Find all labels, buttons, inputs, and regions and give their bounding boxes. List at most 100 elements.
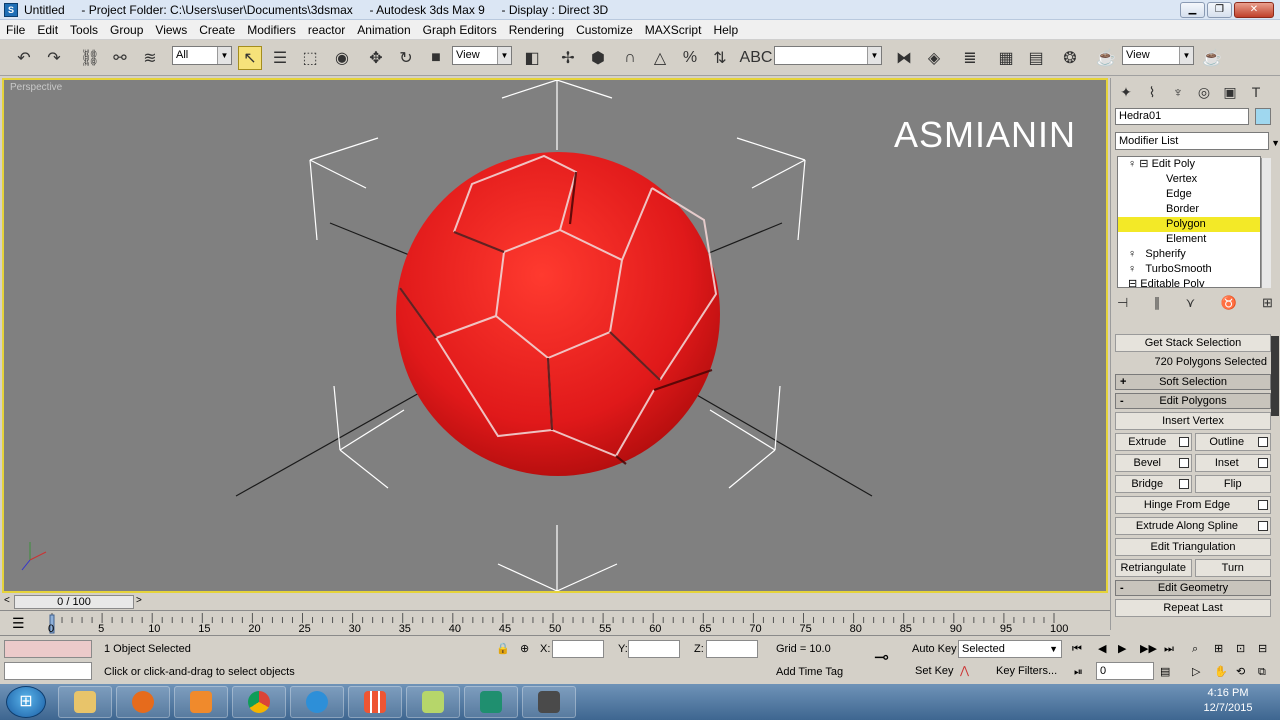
select-and-move-icon[interactable]: ✥ <box>364 46 388 70</box>
key-filter-icon[interactable]: ⋀ <box>960 662 969 680</box>
slider-right-arrow-icon[interactable]: > <box>136 595 142 606</box>
schematic-view-icon[interactable]: ▤ <box>1024 46 1048 70</box>
3dsmax-app-icon[interactable]: S <box>4 2 18 17</box>
mini-curve-editor-icon[interactable]: ☰ <box>12 615 25 632</box>
chrome-taskbar-icon[interactable] <box>232 686 286 718</box>
layer-manager-icon[interactable]: ≣ <box>958 46 982 70</box>
lock-selection-icon[interactable]: 🔒 <box>496 640 510 658</box>
rectangular-region-icon[interactable]: ⬚ <box>298 46 322 70</box>
selection-filter-dropdown[interactable]: All ▼ <box>172 46 232 65</box>
select-manipulate-icon[interactable]: ✢ <box>556 46 580 70</box>
turn-button[interactable]: Turn <box>1194 559 1271 577</box>
start-button[interactable]: ⊞ <box>6 686 46 718</box>
key-mode-dropdown[interactable]: Selected ▼ <box>958 640 1062 658</box>
motion-tab-icon[interactable]: ◎ <box>1193 81 1215 103</box>
maximize-button[interactable]: ❐ <box>1207 2 1232 18</box>
absolute-mode-icon[interactable]: ⊕ <box>520 640 529 658</box>
stack-item-edit-poly[interactable]: ♀ ⊟ Edit Poly <box>1118 157 1260 172</box>
menu-animation[interactable]: Animation <box>357 23 410 37</box>
edit-geometry-rollout[interactable]: - Edit Geometry <box>1115 580 1271 596</box>
utilities-tab-icon[interactable]: T <box>1245 81 1267 103</box>
percent-snap-icon[interactable]: % <box>678 46 702 70</box>
apps-grid-taskbar-icon[interactable] <box>348 686 402 718</box>
edit-polygons-rollout[interactable]: - Edit Polygons <box>1115 393 1271 409</box>
go-to-end-icon[interactable]: ⏭ <box>1164 640 1174 658</box>
select-by-name-icon[interactable]: ☰ <box>268 46 292 70</box>
minimize-button[interactable]: ▁ <box>1180 2 1205 18</box>
notes-taskbar-icon[interactable] <box>406 686 460 718</box>
render-viewport-dropdown[interactable]: View ▼ <box>1122 46 1194 65</box>
menu-create[interactable]: Create <box>199 23 235 37</box>
menu-customize[interactable]: Customize <box>576 23 633 37</box>
unlink-icon[interactable]: ⚯ <box>108 46 132 70</box>
pivot-center-icon[interactable]: ◧ <box>520 46 544 70</box>
show-end-result-icon[interactable]: ∥ <box>1154 295 1161 311</box>
pan-view-icon[interactable]: ✋ <box>1214 663 1228 681</box>
angle-snap-icon[interactable]: △ <box>648 46 672 70</box>
explorer-taskbar-icon[interactable] <box>58 686 112 718</box>
reference-coordinate-dropdown[interactable]: View ▼ <box>452 46 512 65</box>
x-coord-field[interactable] <box>552 640 604 658</box>
time-slider-thumb[interactable]: 0 / 100 <box>14 595 134 609</box>
arc-rotate-icon[interactable]: ⟲ <box>1236 663 1245 681</box>
perspective-viewport[interactable]: Perspective ASMIANIN <box>2 78 1108 593</box>
menu-maxscript[interactable]: MAXScript <box>645 23 702 37</box>
system-clock[interactable]: 4:16 PM 12/7/2015 <box>1198 686 1258 716</box>
auto-key-button[interactable]: Auto Key <box>912 640 957 658</box>
menu-edit[interactable]: Edit <box>37 23 58 37</box>
stack-item-vertex[interactable]: Vertex <box>1118 172 1260 187</box>
bevel-button[interactable]: Bevel <box>1115 454 1192 472</box>
soft-selection-rollout[interactable]: + Soft Selection <box>1115 374 1271 390</box>
media-player-taskbar-icon[interactable] <box>174 686 228 718</box>
y-coord-field[interactable] <box>628 640 680 658</box>
time-config-icon[interactable]: ▤ <box>1160 663 1170 681</box>
snaps-toggle-icon[interactable]: ∩ <box>618 46 642 70</box>
bridge-button[interactable]: Bridge <box>1115 475 1192 493</box>
align-icon[interactable]: ◈ <box>922 46 946 70</box>
select-and-link-icon[interactable]: ⛓ <box>78 46 102 70</box>
stack-item-element[interactable]: Element <box>1118 232 1260 247</box>
menu-tools[interactable]: Tools <box>70 23 98 37</box>
3dsmax-taskbar-icon[interactable] <box>464 686 518 718</box>
edit-triangulation-button[interactable]: Edit Triangulation <box>1115 538 1271 556</box>
zoom-extents-icon[interactable]: ⊡ <box>1236 640 1245 658</box>
recorder-taskbar-icon[interactable] <box>522 686 576 718</box>
extrude-along-spline-button[interactable]: Extrude Along Spline <box>1115 517 1271 535</box>
modify-tab-icon[interactable]: ⌇ <box>1141 81 1163 103</box>
redo-icon[interactable]: ↷ <box>42 46 66 70</box>
go-to-start-icon[interactable]: ⏮ <box>1072 640 1082 658</box>
stack-item-edge[interactable]: Edge <box>1118 187 1260 202</box>
select-and-scale-icon[interactable]: ■ <box>424 46 448 70</box>
modifier-stack-scrollbar[interactable] <box>1261 158 1271 288</box>
menu-help[interactable]: Help <box>713 23 738 37</box>
maxscript-input[interactable] <box>4 662 92 680</box>
outline-button[interactable]: Outline <box>1194 433 1271 451</box>
add-time-tag[interactable]: Add Time Tag <box>776 663 843 681</box>
render-scene-icon[interactable]: ☕ <box>1094 46 1118 70</box>
stack-item-border[interactable]: Border <box>1118 202 1260 217</box>
menu-group[interactable]: Group <box>110 23 143 37</box>
menu-rendering[interactable]: Rendering <box>509 23 564 37</box>
menu-views[interactable]: Views <box>155 23 187 37</box>
set-key-mode-icon[interactable]: ⊸ <box>874 648 889 666</box>
object-name-field[interactable]: Hedra01 <box>1115 108 1249 125</box>
stack-item-editable-poly[interactable]: ⊟ Editable Poly <box>1118 277 1260 287</box>
key-filters-button[interactable]: Key Filters... <box>996 662 1057 680</box>
spinner-snap-icon[interactable]: ⇅ <box>708 46 732 70</box>
key-mode-toggle-icon[interactable]: ⏯ <box>1074 663 1083 681</box>
field-of-view-icon[interactable]: ▷ <box>1192 663 1200 681</box>
maximize-viewport-icon[interactable]: ⧉ <box>1258 663 1266 681</box>
set-key-button[interactable]: Set Key <box>915 662 954 680</box>
menu-modifiers[interactable]: Modifiers <box>247 23 296 37</box>
mirror-icon[interactable]: ⧓ <box>892 46 916 70</box>
undo-icon[interactable]: ↶ <box>12 46 36 70</box>
zoom-all-icon[interactable]: ⊞ <box>1214 640 1223 658</box>
stack-item-turbosmooth[interactable]: ♀ TurboSmooth <box>1118 262 1260 277</box>
firefox-taskbar-icon[interactable] <box>116 686 170 718</box>
track-bar[interactable]: ☰ 0 5 10 15 20 25 30 35 40 45 50 55 60 65 70 75 80 85 90 95… <box>0 610 1110 636</box>
get-stack-selection-button[interactable]: Get Stack Selection <box>1115 334 1271 352</box>
extrude-button[interactable]: Extrude <box>1115 433 1192 451</box>
named-selection-sets-dropdown[interactable]: ▼ <box>774 46 882 65</box>
keyboard-shortcut-override-icon[interactable]: ⬢ <box>586 46 610 70</box>
select-object-icon[interactable]: ↖ <box>238 46 262 70</box>
